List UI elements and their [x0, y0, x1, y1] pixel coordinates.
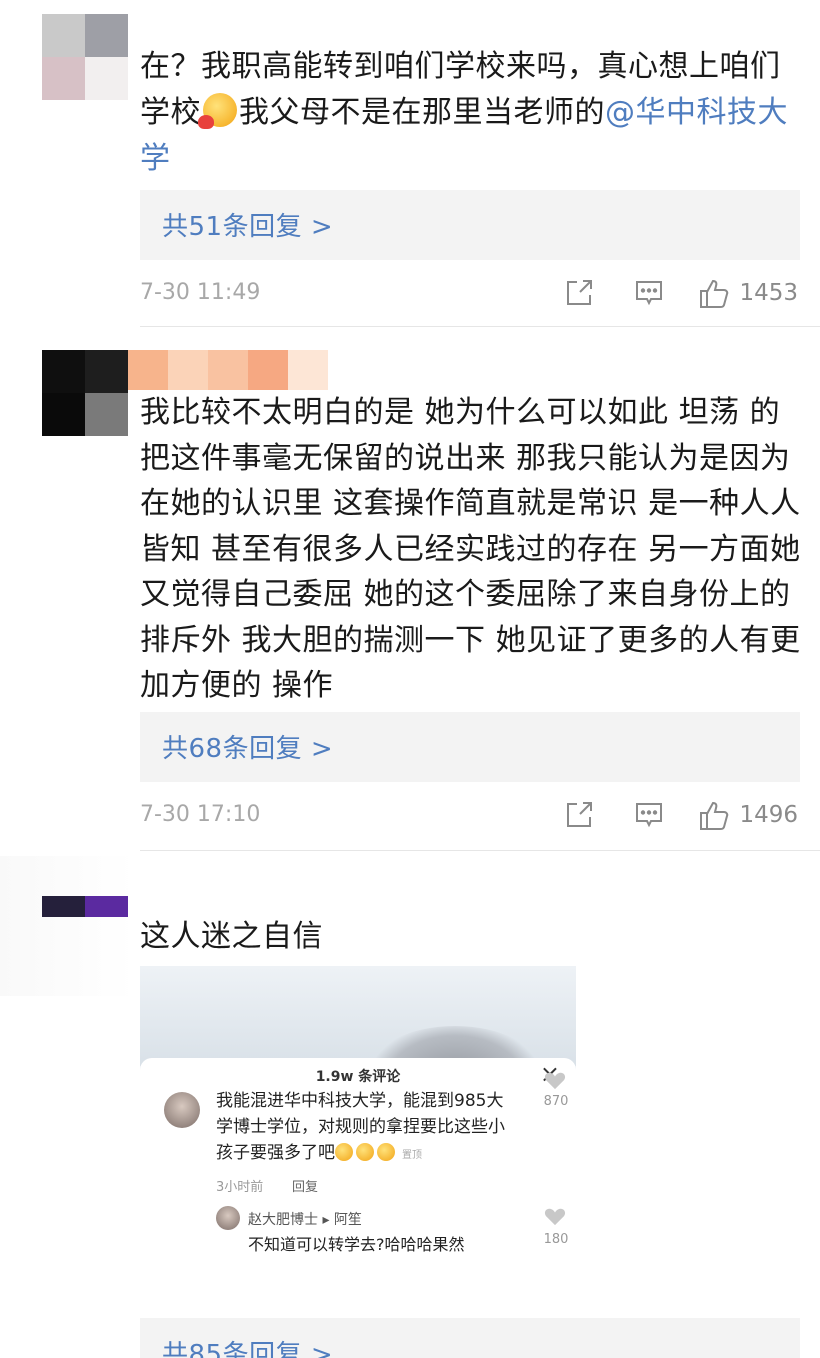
reply-box[interactable]: 共68条回复 >	[140, 712, 800, 782]
avatar[interactable]	[42, 896, 128, 938]
reply-box[interactable]: 共85条回复 >	[140, 1318, 800, 1358]
embedded-avatar	[216, 1206, 240, 1230]
comment-item: 我比较不太明白的是 她为什么可以如此 坦荡 的把这件事毫无保留的说出来 那我只能…	[0, 330, 820, 851]
like-icon[interactable]	[698, 278, 732, 310]
like-icon[interactable]	[698, 800, 732, 832]
embedded-image[interactable]: 1.9w 条评论 × 我能混进华中科技大学，能混到985大学博士学位，对规则的拿…	[140, 966, 576, 1266]
heart-icon	[544, 1072, 566, 1090]
comment-meta: 7-30 11:49 1453	[140, 274, 800, 314]
embedded-avatar	[164, 1092, 200, 1128]
embedded-sheet-title: 1.9w 条评论	[315, 1069, 401, 1085]
share-icon[interactable]	[564, 278, 594, 308]
comment-text-part: 我父母不是在那里当老师的	[239, 95, 605, 130]
embedded-comment-text: 我能混进华中科技大学，能混到985大学博士学位，对规则的拿捏要比这些小孩子要强多…	[216, 1088, 516, 1169]
embedded-like-count: 180	[543, 1232, 569, 1247]
avatar[interactable]	[42, 350, 128, 436]
like-count: 1496	[739, 802, 798, 828]
share-icon[interactable]	[564, 800, 594, 830]
emoji-icon	[198, 93, 237, 129]
embedded-comment-sheet: 1.9w 条评论 × 我能混进华中科技大学，能混到985大学博士学位，对规则的拿…	[140, 1058, 576, 1266]
comment-text: 我比较不太明白的是 她为什么可以如此 坦荡 的把这件事毫无保留的说出来 那我只能…	[140, 395, 801, 703]
comment-text: 这人迷之自信	[140, 919, 323, 954]
comment-item: 在？我职高能转到咱们学校来吗，真心想上咱们学校 我父母不是在那里当老师的@华中科技…	[0, 0, 820, 330]
timestamp: 7-30 11:49	[140, 280, 261, 305]
view-replies-link[interactable]: 共85条回复 >	[162, 1334, 333, 1358]
comment-icon[interactable]	[634, 278, 664, 308]
embedded-reply-name: 赵大肥博士 ▸ 阿笙	[248, 1212, 362, 1228]
embedded-timestamp: 3小时前	[216, 1180, 264, 1195]
embedded-reply-text: 不知道可以转学去?哈哈哈果然	[248, 1235, 465, 1254]
pinned-tag: 置顶	[402, 1150, 422, 1161]
comment-text: 在？我职高能转到咱们学校来吗，真心想上咱们学校 我父母不是在那里当老师的@华中科技…	[140, 44, 805, 182]
divider	[140, 326, 820, 327]
emoji-icon	[335, 1140, 398, 1166]
timestamp: 7-30 17:10	[140, 802, 261, 827]
comment-icon[interactable]	[634, 800, 664, 830]
avatar[interactable]	[42, 14, 128, 100]
like-count: 1453	[739, 280, 798, 306]
embedded-reply-label: 回复	[292, 1180, 319, 1195]
view-replies-link[interactable]: 共68条回复 >	[162, 728, 333, 765]
username-blurred[interactable]	[128, 350, 328, 390]
embedded-like-count: 870	[543, 1094, 569, 1109]
view-replies-link[interactable]: 共51条回复 >	[162, 206, 333, 243]
comment-meta: 7-30 17:10 1496	[140, 796, 800, 836]
reply-box[interactable]: 共51条回复 >	[140, 190, 800, 260]
heart-icon	[544, 1208, 566, 1226]
